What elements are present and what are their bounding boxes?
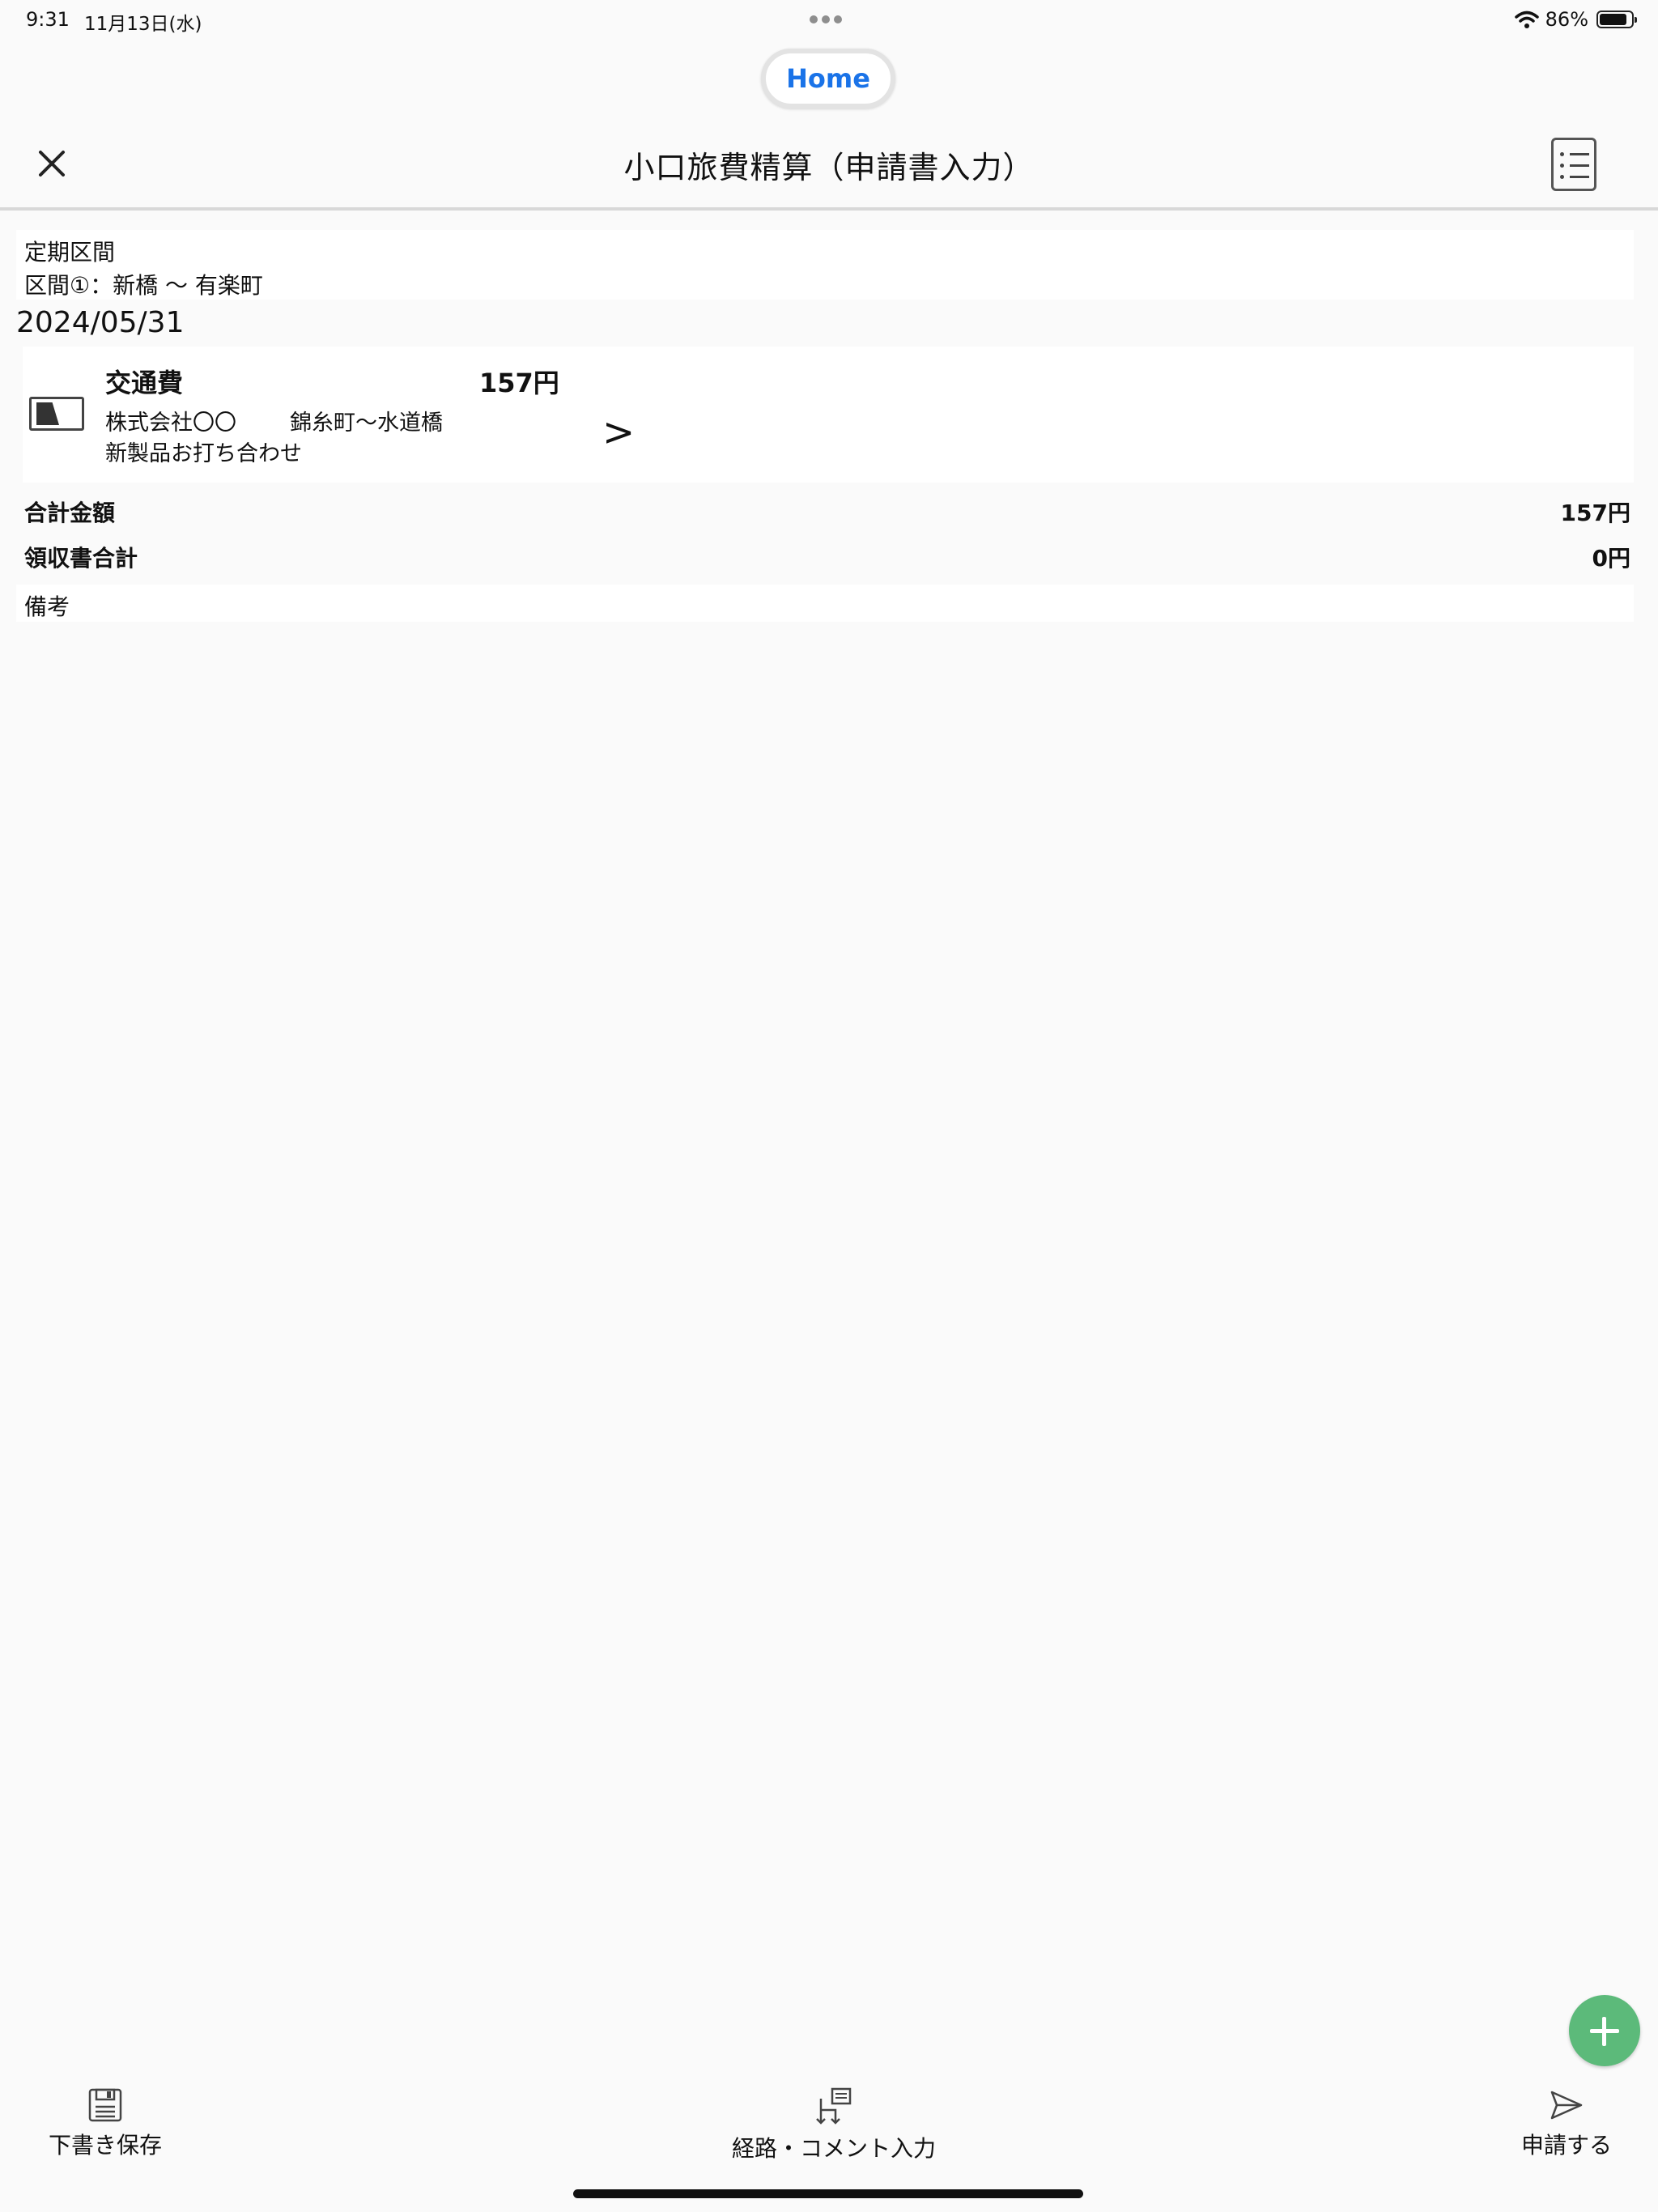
expense-category: 交通費 [105,368,184,398]
receipt-total-label: 領収書合計 [24,545,138,572]
submit-button[interactable]: 申請する [1506,2087,1627,2160]
battery-percent: 86% [1545,8,1588,31]
submit-label: 申請する [1520,2132,1612,2159]
route-comment-button[interactable]: 経路・コメント入力 [712,2087,955,2163]
expense-purpose: 新製品お打ち合わせ [105,441,302,466]
status-date: 11月13日(水) [84,14,202,35]
route-comment-icon [816,2087,852,2125]
send-icon [1550,2091,1583,2120]
expense-amount: 157円 [479,368,559,398]
save-draft-label: 下書き保存 [48,2132,162,2159]
add-expense-button[interactable] [1569,1995,1640,2066]
wifi-icon [1514,11,1539,28]
multitasking-dots-icon[interactable] [810,11,846,27]
receipt-total-value: 0円 [1592,545,1630,572]
chevron-right-icon[interactable]: > [602,410,635,455]
nav-divider [0,207,1658,211]
page-title: 小口旅費精算（申請書入力） [623,150,1035,185]
commute-label: 定期区間 [24,239,116,266]
save-draft-button[interactable]: 下書き保存 [32,2087,178,2160]
expense-route: 錦糸町〜水道橋 [290,410,443,436]
total-amount-label: 合計金額 [24,500,116,526]
status-bar: 9:31 11月13日(水) 86% [0,0,1658,40]
total-amount-value: 157円 [1560,500,1630,526]
date-heading: 2024/05/31 [16,306,185,339]
expense-company: 株式会社〇〇 [105,410,236,436]
status-right: 86% [1514,6,1637,32]
floppy-disk-icon [88,2088,122,2122]
route-comment-label: 経路・コメント入力 [731,2135,936,2162]
commute-section: 定期区間 区間①：新橋 〜 有楽町 [16,230,1634,300]
remarks-field[interactable]: 備考 [16,585,1634,622]
receipt-icon [29,397,84,431]
battery-icon [1596,11,1637,28]
home-indicator[interactable] [573,2189,1083,2198]
status-time: 9:31 [26,8,70,31]
receipt-total-row: 領収書合計 0円 [16,536,1634,578]
remarks-label: 備考 [24,593,70,620]
home-button[interactable]: Home [761,49,895,108]
navigation-bar: 小口旅費精算（申請書入力） [0,121,1658,209]
commute-route: 区間①：新橋 〜 有楽町 [24,272,263,299]
list-icon[interactable] [1551,138,1596,191]
total-amount-row: 合計金額 157円 [16,491,1634,533]
expense-item[interactable]: 交通費 157円 株式会社〇〇 錦糸町〜水道橋 新製品お打ち合わせ > [23,347,1634,483]
